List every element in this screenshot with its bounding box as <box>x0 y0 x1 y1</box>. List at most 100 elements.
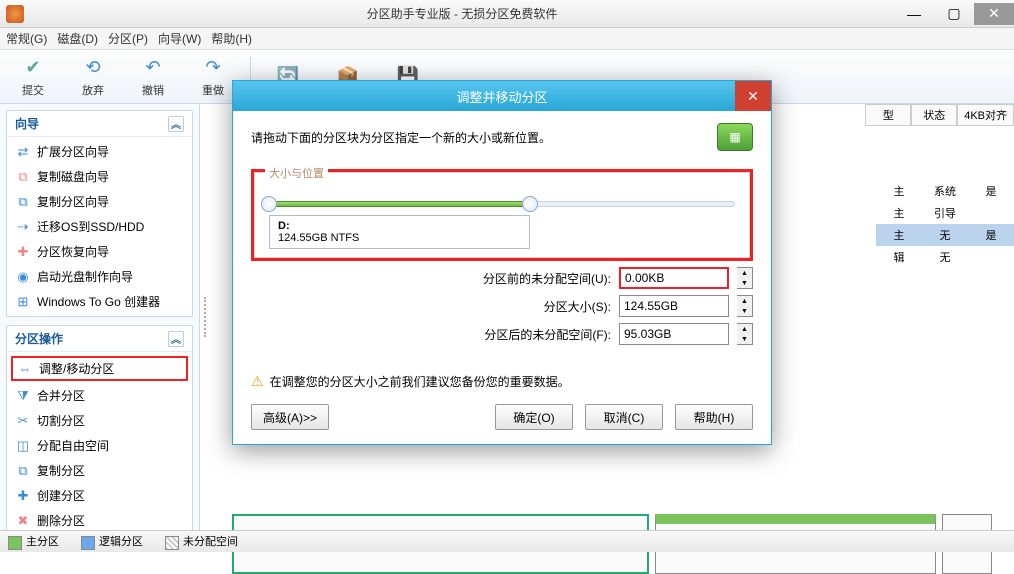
input-size[interactable] <box>619 295 729 317</box>
input-before[interactable] <box>619 267 729 289</box>
table-row[interactable]: 主无是 <box>876 224 1014 246</box>
discard-icon: ⟲ <box>81 56 105 80</box>
wizard-extend[interactable]: ⇄扩展分区向导 <box>7 139 192 164</box>
delete-icon: ✖ <box>15 513 31 529</box>
wizard-copydisk-label: 复制磁盘向导 <box>37 168 109 185</box>
group-legend: 大小与位置 <box>265 165 328 181</box>
wizard-recover-label: 分区恢复向导 <box>37 243 109 260</box>
legend-primary: 主分区 <box>8 533 59 549</box>
wizard-migrate[interactable]: ⇢迁移OS到SSD/HDD <box>7 214 192 239</box>
menu-disk[interactable]: 磁盘(D) <box>57 30 98 47</box>
spinner-size[interactable]: ▲▼ <box>737 295 753 317</box>
wizard-copypart[interactable]: ⧉ 复制分区向导 <box>7 189 192 214</box>
commit-button[interactable]: ✔提交 <box>6 56 60 98</box>
table-row[interactable]: 辑无 <box>876 246 1014 268</box>
advanced-button[interactable]: 高级(A)>> <box>251 404 329 430</box>
op-merge-label: 合并分区 <box>37 387 85 404</box>
slider-partition-box: D: 124.55GB NTFS <box>269 215 530 249</box>
op-split-label: 切割分区 <box>37 412 85 429</box>
menu-help[interactable]: 帮助(H) <box>211 30 252 47</box>
legend-logical-swatch <box>81 536 95 550</box>
slider-handle-left[interactable] <box>261 196 277 212</box>
drive-info: 124.55GB NTFS <box>278 232 521 244</box>
window-titlebar: 分区助手专业版 - 无损分区免费软件 — ▢ ✕ <box>0 0 1014 28</box>
discard-button[interactable]: ⟲ 放弃 <box>66 56 120 98</box>
hdr-type: 型 <box>865 104 911 126</box>
ops-panel: 分区操作 ︽ ⇔调整/移动分区 ⧩合并分区 ✂切割分区 ◫分配自由空间 ⧉复制分… <box>6 325 193 530</box>
op-merge[interactable]: ⧩合并分区 <box>7 383 192 408</box>
undo-icon: ↶ <box>141 56 165 80</box>
dialog-titlebar: 调整并移动分区 ✕ <box>233 81 771 111</box>
wizard-extend-label: 扩展分区向导 <box>37 143 109 160</box>
disc-icon: ◉ <box>15 269 31 285</box>
op-create[interactable]: ✚ 创建分区 <box>7 483 192 508</box>
ok-button[interactable]: 确定(O) <box>495 404 573 430</box>
copy-icon: ⧉ <box>15 463 31 479</box>
collapse-wizard-icon[interactable]: ︽ <box>168 116 184 132</box>
redo-icon: ↷ <box>201 56 225 80</box>
undo-button[interactable]: ↶撤销 <box>126 56 180 98</box>
menu-wizard[interactable]: 向导(W) <box>158 30 201 47</box>
table-row[interactable]: 主系统是 <box>876 180 1014 202</box>
wizard-copydisk[interactable]: ⧉ 复制磁盘向导 <box>7 164 192 189</box>
close-button[interactable]: ✕ <box>974 3 1014 25</box>
wizard-copypart-label: 复制分区向导 <box>37 193 109 210</box>
wizard-bootdisc[interactable]: ◉ 启动光盘制作向导 <box>7 264 192 289</box>
op-resize-label: 调整/移动分区 <box>39 360 114 377</box>
collapse-ops-icon[interactable]: ︽ <box>168 331 184 347</box>
resize-dialog: 调整并移动分区 ✕ 请拖动下面的分区块为分区指定一个新的大小或新位置。 ▦ 大小… <box>232 80 772 445</box>
partition-slider[interactable]: D: 124.55GB NTFS <box>269 193 735 233</box>
wizard-panel: 向导 ︽ ⇄扩展分区向导 ⧉ 复制磁盘向导 ⧉ 复制分区向导 ⇢迁移OS到SSD/H… <box>6 110 193 317</box>
op-create-label: 创建分区 <box>37 487 85 504</box>
op-copy-label: 复制分区 <box>37 462 85 479</box>
resize-icon: ⇔ <box>17 361 33 377</box>
wizard-bootdisc-label: 启动光盘制作向导 <box>37 268 133 285</box>
menu-general[interactable]: 常规(G) <box>6 30 47 47</box>
recover-icon: ✚ <box>15 244 31 260</box>
splitter[interactable] <box>200 104 210 530</box>
hdr-align: 4KB对齐 <box>957 104 1014 126</box>
op-resize[interactable]: ⇔ 调整/移动分区 <box>11 356 188 381</box>
legend-primary-swatch <box>8 536 22 550</box>
op-split[interactable]: ✂ 切割分区 <box>7 408 192 433</box>
warning-row: ⚠ 在调整您的分区大小之前我们建议您备份您的重要数据。 <box>251 373 753 390</box>
minimize-button[interactable]: — <box>894 3 934 25</box>
spinner-after[interactable]: ▲▼ <box>737 323 753 345</box>
wizard-panel-title: 向导 <box>15 115 39 132</box>
annotation-red-box: 大小与位置 D: 124.55GB NTFS <box>251 169 753 261</box>
op-allocate[interactable]: ◫ 分配自由空间 <box>7 433 192 458</box>
warning-text: 在调整您的分区大小之前我们建议您备份您的重要数据。 <box>270 373 570 390</box>
menu-partition[interactable]: 分区(P) <box>108 30 148 47</box>
legend-logical: 逻辑分区 <box>81 533 143 549</box>
help-button[interactable]: 帮助(H) <box>675 404 753 430</box>
op-delete[interactable]: ✖ 删除分区 <box>7 508 192 530</box>
slider-handle-right[interactable] <box>522 196 538 212</box>
op-delete-label: 删除分区 <box>37 512 85 529</box>
input-after[interactable] <box>619 323 729 345</box>
op-allocate-label: 分配自由空间 <box>37 437 109 454</box>
dialog-title: 调整并移动分区 <box>456 87 547 106</box>
cancel-button[interactable]: 取消(C) <box>585 404 663 430</box>
app-icon <box>6 5 24 23</box>
table-row[interactable]: 主引导 <box>876 202 1014 224</box>
commit-label: 提交 <box>22 82 44 98</box>
discard-label: 放弃 <box>82 82 104 98</box>
maximize-button[interactable]: ▢ <box>934 3 974 25</box>
dialog-close-button[interactable]: ✕ <box>735 81 771 111</box>
menu-bar: 常规(G) 磁盘(D) 分区(P) 向导(W) 帮助(H) <box>0 28 1014 50</box>
wizard-recover[interactable]: ✚ 分区恢复向导 <box>7 239 192 264</box>
op-copy[interactable]: ⧉ 复制分区 <box>7 458 192 483</box>
partition-table-rows: 主系统是 主引导 主无是 辑无 <box>876 180 1014 268</box>
copypart-icon: ⧉ <box>15 194 31 210</box>
wizard-wintogo[interactable]: ⊞Windows To Go 创建器 <box>7 289 192 314</box>
legend-unalloc: 未分配空间 <box>165 533 238 549</box>
create-icon: ✚ <box>15 488 31 504</box>
dialog-description: 请拖动下面的分区块为分区指定一个新的大小或新位置。 <box>251 129 551 146</box>
spinner-before[interactable]: ▲▼ <box>737 267 753 289</box>
warning-icon: ⚠ <box>251 373 264 390</box>
sidebar: 向导 ︽ ⇄扩展分区向导 ⧉ 复制磁盘向导 ⧉ 复制分区向导 ⇢迁移OS到SSD/H… <box>0 104 200 530</box>
split-icon: ✂ <box>15 413 31 429</box>
copydisk-icon: ⧉ <box>15 169 31 185</box>
size-position-group: 大小与位置 D: 124.55GB NTFS <box>254 172 750 258</box>
allocate-icon: ◫ <box>15 438 31 454</box>
